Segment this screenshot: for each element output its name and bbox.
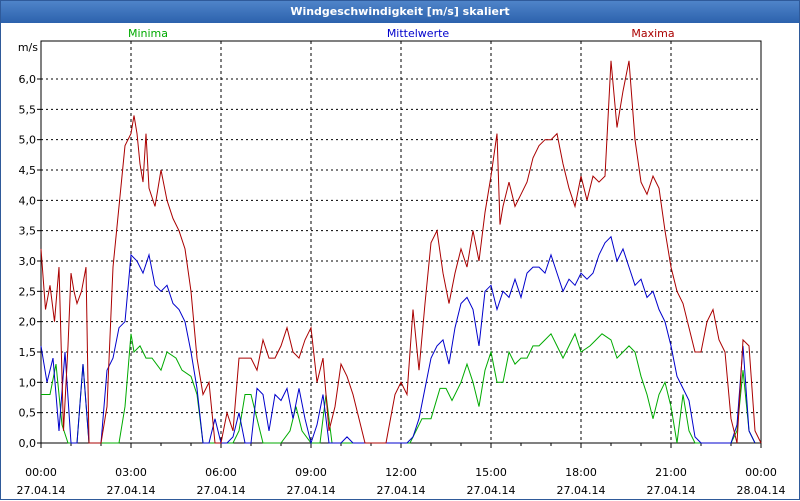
x-tick-date: 27.04.14: [647, 484, 696, 497]
x-tick-time: 06:00: [205, 466, 237, 479]
y-tick-label: 2,5: [19, 285, 37, 298]
x-tick-time: 18:00: [565, 466, 597, 479]
y-tick-label: 6,0: [19, 73, 37, 86]
y-tick-label: 3,0: [19, 255, 37, 268]
x-tick-date: 28.04.14: [737, 484, 786, 497]
legend-item-minima: Minima: [128, 27, 168, 40]
x-tick-time: 21:00: [655, 466, 687, 479]
chart-window: Windgeschwindigkeit [m/s] skaliert 0,0 0,…: [0, 0, 800, 500]
y-tick-label: 5,5: [19, 103, 37, 116]
y-tick-label: 0,0: [19, 437, 37, 450]
legend-item-maxima: Maxima: [631, 27, 674, 40]
y-tick-label: 1,0: [19, 376, 37, 389]
x-tick-time: 15:00: [475, 466, 507, 479]
x-tick-time: 12:00: [385, 466, 417, 479]
y-tick-label: 3,5: [19, 225, 37, 238]
window-title: Windgeschwindigkeit [m/s] skaliert: [1, 1, 799, 23]
x-tick-date: 27.04.14: [377, 484, 426, 497]
x-tick-date: 27.04.14: [197, 484, 246, 497]
legend: Minima Mittelwerte Maxima: [128, 27, 675, 40]
y-tick-label: 4,0: [19, 194, 37, 207]
x-tick-time: 00:00: [25, 466, 57, 479]
legend-item-mittelwerte: Mittelwerte: [387, 27, 450, 40]
y-tick-label: 2,0: [19, 316, 37, 329]
x-tick-time: 03:00: [115, 466, 147, 479]
y-tick-label: 1,5: [19, 346, 37, 359]
x-tick-date: 27.04.14: [287, 484, 336, 497]
y-tick-label: 4,5: [19, 164, 37, 177]
x-tick-date: 27.04.14: [107, 484, 156, 497]
x-tick-time: 09:00: [295, 466, 327, 479]
x-tick-date: 27.04.14: [467, 484, 516, 497]
series-line-mittelwerte: [40, 235, 756, 445]
y-axis-label: m/s: [18, 41, 38, 54]
line-chart: 0,0 0,5 1,0 1,5 2,0 2,5 3,0 3,5 4,0 4,5 5,0 5,5 6,0 m…: [17, 27, 786, 497]
x-tick-date: 27.04.14: [17, 484, 66, 497]
y-tick-label: 0,5: [19, 407, 37, 420]
x-tick-date: 27.04.14: [557, 484, 606, 497]
x-tick-time: 00:00: [745, 466, 777, 479]
y-tick-label: 5,0: [19, 134, 37, 147]
